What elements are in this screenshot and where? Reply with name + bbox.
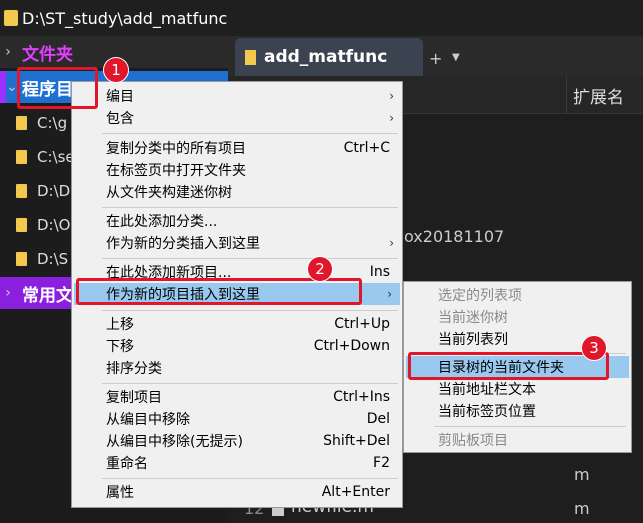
tree-leaf-label: D:\S	[37, 250, 69, 268]
menu-item-label: 复制分类中的所有项目	[106, 141, 246, 157]
menu-separator	[102, 258, 398, 259]
annotation-box-2	[76, 278, 362, 305]
menu-item-label: 当前地址栏文本	[438, 382, 536, 398]
menu-item-label: 重命名	[106, 456, 148, 472]
menu-item-sort[interactable]: 排序分类	[72, 357, 402, 379]
menu-separator	[102, 133, 398, 134]
menu-item-rename[interactable]: 重命名 F2	[72, 452, 402, 474]
tree-node-label: 文件夹	[22, 44, 73, 65]
list-cell-text: ox20181107	[404, 227, 505, 246]
folder-icon	[16, 252, 27, 266]
menu-item-label: 上移	[106, 317, 134, 333]
menu-item-label: 从编目中移除	[106, 412, 190, 428]
menu-item-label: 当前标签页位置	[438, 404, 536, 420]
menu-item-shortcut: Alt+Enter	[321, 484, 390, 500]
menu-item-shortcut: F2	[373, 455, 390, 471]
annotation-badge-1: 1	[104, 58, 128, 82]
menu-item-label: 复制项目	[106, 390, 162, 406]
menu-item-remove-silent[interactable]: 从编目中移除(无提示) Shift+Del	[72, 430, 402, 452]
title-bar: D:\ST_study\add_matfunc	[0, 0, 643, 36]
menu-separator	[102, 478, 398, 479]
menu-item-remove[interactable]: 从编目中移除 Del	[72, 408, 402, 430]
menu-item-label: 排序分类	[106, 361, 162, 377]
submenu-item-current-minitree[interactable]: 当前迷你树	[404, 306, 631, 328]
menu-item-label: 剪贴板项目	[438, 433, 508, 449]
submenu-item-tab-location[interactable]: 当前标签页位置	[404, 400, 631, 422]
menu-item-label: 从文件夹构建迷你树	[106, 185, 232, 201]
menu-item-build-minitree[interactable]: 从文件夹构建迷你树	[72, 181, 402, 203]
menu-item-properties[interactable]: 属性 Alt+Enter	[72, 481, 402, 503]
tree-leaf-label: D:\D	[37, 182, 71, 200]
menu-item-move-down[interactable]: 下移 Ctrl+Down	[72, 335, 402, 357]
menu-separator	[102, 383, 398, 384]
menu-item-label: 下移	[106, 339, 134, 355]
annotation-box-3	[408, 352, 609, 380]
folder-icon	[16, 184, 27, 198]
folder-icon	[16, 218, 27, 232]
tab-add-matfunc[interactable]: add_matfunc	[235, 38, 423, 76]
menu-item-shortcut: Shift+Del	[323, 433, 390, 449]
menu-item-shortcut: Ctrl+Down	[313, 338, 390, 354]
menu-item-shortcut: Ctrl+C	[343, 140, 390, 156]
menu-separator	[434, 426, 626, 427]
menu-item-label: 当前迷你树	[438, 310, 508, 326]
chevron-down-icon[interactable]: ⌄	[6, 79, 18, 95]
submenu-arrow-icon: ›	[389, 111, 394, 125]
chevron-right-icon[interactable]: ›	[0, 285, 16, 301]
menu-item-copy-all[interactable]: 复制分类中的所有项目 Ctrl+C	[72, 137, 402, 159]
menu-item-label: 在此处添加分类...	[106, 214, 218, 230]
menu-item-shortcut: Ins	[369, 264, 390, 280]
menu-item-shortcut: Ctrl+Up	[334, 316, 390, 332]
menu-item-label: 当前列表列	[438, 332, 508, 348]
annotation-badge-2: 2	[308, 257, 332, 281]
menu-item-label: 属性	[106, 485, 134, 501]
submenu-arrow-icon: ›	[389, 236, 394, 250]
folder-icon	[16, 150, 27, 164]
menu-item-label: 在标签页中打开文件夹	[106, 163, 246, 179]
submenu-arrow-icon: ›	[389, 89, 394, 103]
list-cell-ext: m	[574, 465, 590, 484]
menu-item-catalog[interactable]: 编目 ›	[72, 85, 402, 107]
submenu-item-selected-list[interactable]: 选定的列表项	[404, 284, 631, 306]
menu-item-shortcut: Ctrl+Ins	[333, 389, 390, 405]
menu-item-open-in-tab[interactable]: 在标签页中打开文件夹	[72, 159, 402, 181]
menu-item-label: 从编目中移除(无提示)	[106, 434, 243, 450]
menu-item-label: 编目	[106, 89, 134, 105]
add-tab-button[interactable]: +	[429, 49, 442, 68]
menu-item-label: 包含	[106, 111, 134, 127]
submenu-arrow-icon: ›	[387, 287, 392, 301]
menu-item-label: 选定的列表项	[438, 288, 522, 304]
menu-item-add-category[interactable]: 在此处添加分类...	[72, 210, 402, 232]
folder-icon	[245, 49, 256, 65]
tab-label: add_matfunc	[264, 47, 388, 67]
folder-icon	[16, 116, 27, 130]
menu-item-move-up[interactable]: 上移 Ctrl+Up	[72, 313, 402, 335]
tab-menu-button[interactable]: ▼	[452, 52, 460, 63]
window-title: D:\ST_study\add_matfunc	[22, 8, 228, 28]
tree-node-label: 常用文	[22, 285, 73, 306]
menu-separator	[102, 207, 398, 208]
menu-item-insert-category[interactable]: 作为新的分类插入到这里 ›	[72, 232, 402, 254]
tree-leaf-label: C:\g	[37, 114, 68, 132]
menu-item-shortcut: Del	[366, 411, 390, 427]
list-cell-ext: m	[574, 499, 590, 518]
tree-leaf-label: D:\O	[37, 216, 71, 234]
annotation-badge-3: 3	[582, 336, 606, 360]
folder-icon	[4, 10, 18, 26]
menu-item-label: 作为新的分类插入到这里	[106, 236, 260, 252]
submenu-item-clipboard[interactable]: 剪贴板项目	[404, 429, 631, 451]
menu-item-include[interactable]: 包含 ›	[72, 107, 402, 129]
tree-leaf-label: C:\se	[37, 148, 75, 166]
submenu-item-address-bar-text[interactable]: 当前地址栏文本	[404, 378, 631, 400]
annotation-box-1	[17, 67, 98, 109]
column-header-extension[interactable]: 扩展名	[566, 76, 643, 114]
menu-separator	[102, 310, 398, 311]
menu-item-copy-item[interactable]: 复制项目 Ctrl+Ins	[72, 386, 402, 408]
chevron-right-icon[interactable]: ›	[0, 44, 16, 60]
